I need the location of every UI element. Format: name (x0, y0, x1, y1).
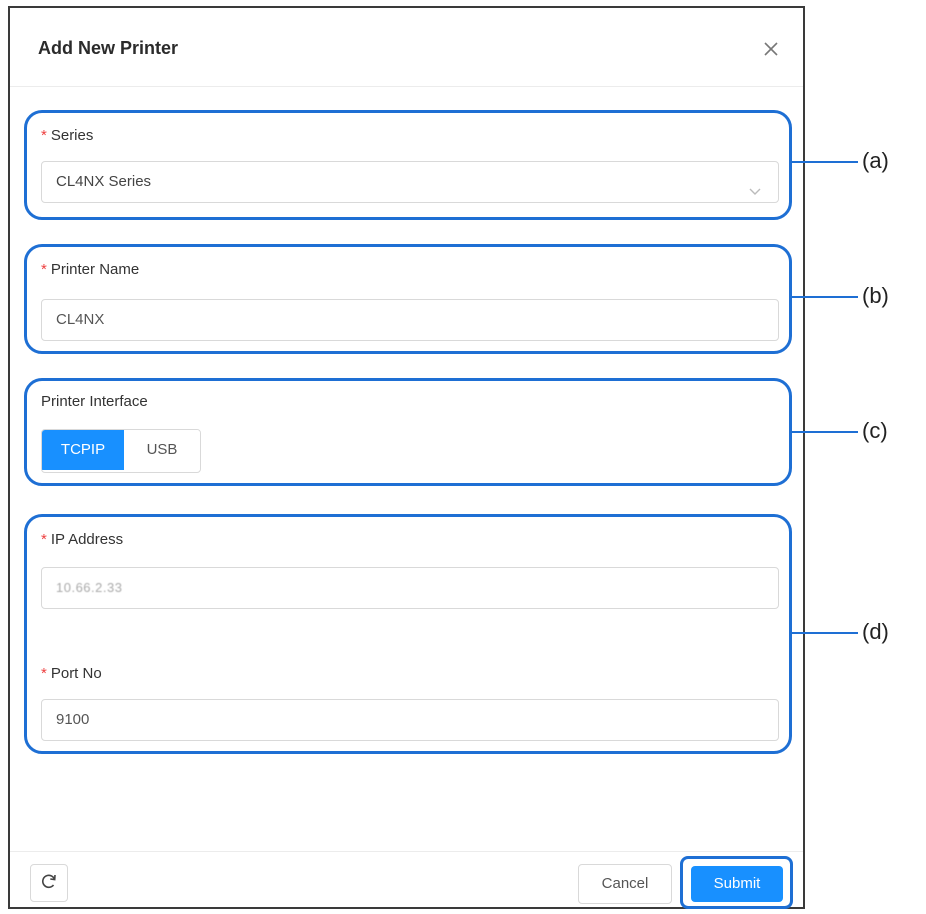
refresh-icon (40, 872, 58, 895)
dialog-header: Add New Printer (10, 8, 803, 87)
callout-line-a (790, 161, 858, 163)
interface-option-tcpip[interactable]: TCPIP (42, 430, 124, 470)
printer-interface-label: Printer Interface (41, 393, 148, 410)
series-select[interactable]: CL4NX Series (41, 161, 779, 203)
ip-address-label: * IP Address (41, 531, 123, 548)
refresh-button[interactable] (30, 864, 68, 902)
callout-label-a: (a) (862, 148, 889, 173)
ip-address-input[interactable]: 10.66.2.33 (41, 567, 779, 609)
required-mark: * (41, 665, 47, 682)
ip-address-value: 10.66.2.33 (56, 580, 123, 595)
series-label-text: Series (50, 127, 94, 144)
network-group: * IP Address 10.66.2.33 * Port No 9100 (24, 514, 792, 754)
dialog-footer: Cancel Submit (10, 851, 803, 910)
cancel-button[interactable]: Cancel (578, 864, 672, 904)
series-label: * Series (41, 127, 93, 144)
callout-label-b: (b) (862, 283, 889, 308)
printer-name-group: * Printer Name CL4NX (24, 244, 792, 354)
printer-name-value: CL4NX (56, 311, 105, 328)
chevron-down-icon (748, 174, 762, 195)
required-mark: * (41, 127, 47, 144)
series-select-value: CL4NX Series (56, 173, 152, 190)
dialog-title: Add New Printer (38, 38, 179, 58)
add-printer-dialog: Add New Printer * Series CL4NX Series * Pr… (8, 6, 805, 909)
callout-label-c: (c) (862, 418, 888, 443)
interface-option-usb[interactable]: USB (124, 430, 200, 470)
submit-button[interactable]: Submit (691, 866, 783, 902)
required-mark: * (41, 531, 47, 548)
interface-segmented-control: TCPIP USB (41, 429, 201, 473)
port-no-label: * Port No (41, 665, 102, 682)
callout-line-d (790, 632, 858, 634)
callout-line-c (790, 431, 858, 433)
printer-name-label: * Printer Name (41, 261, 139, 278)
required-mark: * (41, 261, 47, 278)
callout-label-d: (d) (862, 619, 889, 644)
callout-line-b (790, 296, 858, 298)
printer-interface-group: Printer Interface TCPIP USB (24, 378, 792, 486)
printer-name-input[interactable]: CL4NX (41, 299, 779, 341)
close-icon[interactable] (758, 36, 784, 62)
port-no-input[interactable]: 9100 (41, 699, 779, 741)
port-no-value: 9100 (56, 711, 90, 728)
printer-name-label-text: Printer Name (50, 261, 140, 278)
ip-address-label-text: IP Address (50, 531, 124, 548)
series-group: * Series CL4NX Series (24, 110, 792, 220)
submit-highlight: Submit (680, 856, 793, 909)
port-no-label-text: Port No (50, 665, 102, 682)
